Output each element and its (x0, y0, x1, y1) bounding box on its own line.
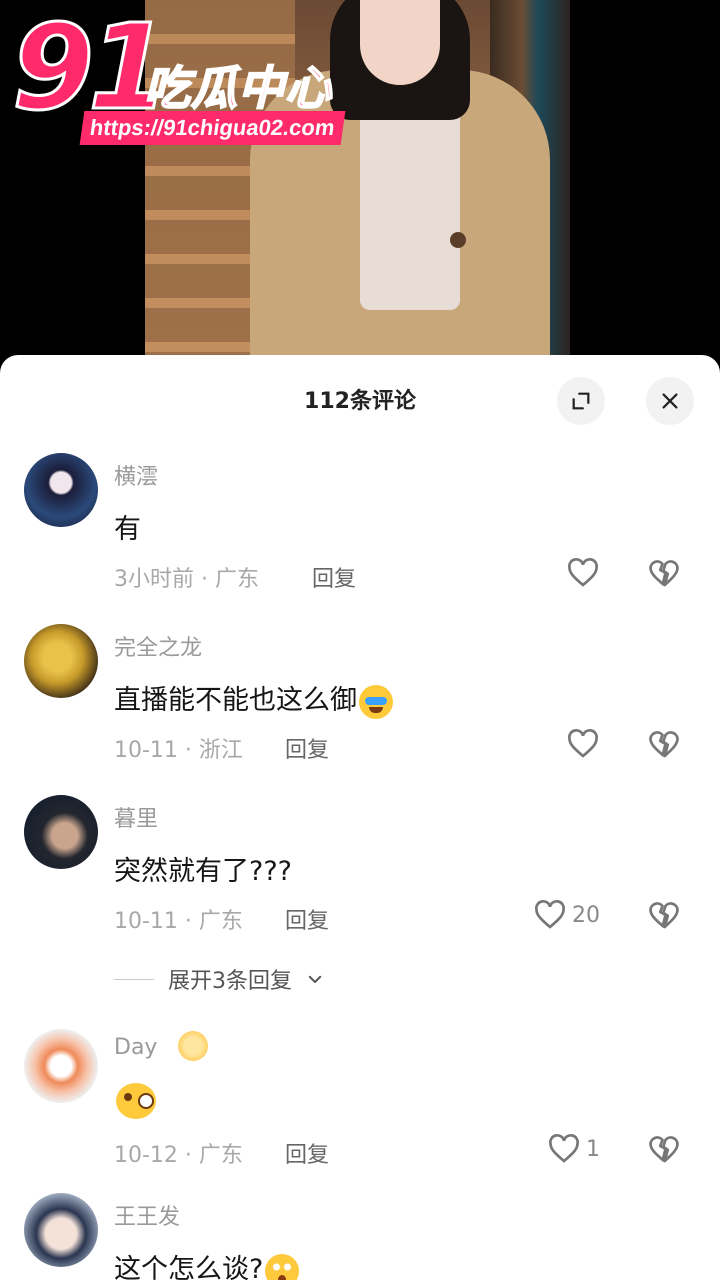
comment-text-row: 这个怎么谈? (114, 1247, 300, 1280)
comment-time-location: 10-11 · 广东 (114, 909, 243, 934)
avatar[interactable] (24, 795, 98, 869)
avatar[interactable] (24, 624, 98, 698)
heart-icon (568, 558, 598, 587)
close-panel-button[interactable] (646, 377, 694, 425)
comment-username[interactable]: Day (114, 1035, 157, 1060)
heart-icon (568, 729, 598, 758)
comment-text: 有 (114, 514, 141, 545)
expand-panel-button[interactable] (557, 377, 605, 425)
user-badge-icon (178, 1031, 208, 1061)
site-watermark: 91 吃瓜中心 https://91chigua02.com (10, 7, 352, 158)
sideeye-monocle-emoji-icon (116, 1083, 156, 1119)
like-button[interactable]: 1 (546, 1131, 600, 1167)
comment-text: 这个怎么谈? (114, 1254, 264, 1280)
person-face (360, 0, 440, 85)
watermark-url: https://91chigua02.com (79, 111, 345, 145)
comment-text: 直播能不能也这么御 (114, 685, 357, 716)
comment-username[interactable]: 完全之龙 (114, 630, 202, 662)
divider (114, 978, 154, 980)
expand-icon (572, 392, 590, 410)
like-button[interactable] (565, 726, 601, 762)
dislike-button[interactable] (646, 1131, 682, 1171)
broken-heart-icon (649, 731, 679, 758)
avatar[interactable] (24, 1193, 98, 1267)
like-button[interactable]: 20 (532, 897, 600, 933)
comment-text-row (114, 1083, 156, 1119)
comment-username[interactable]: 王王发 (114, 1199, 180, 1231)
comment-time-location: 3小时前 · 广东 (114, 567, 259, 592)
expand-replies-label: 展开3条回复 (168, 969, 292, 994)
close-icon (662, 393, 678, 409)
reply-button[interactable]: 回复 (312, 561, 356, 593)
expand-replies-button[interactable]: 展开3条回复 (114, 963, 324, 995)
watermark-logo-name: 吃瓜中心 (143, 60, 332, 116)
avatar[interactable] (24, 1029, 98, 1103)
loudly-crying-emoji-icon (359, 684, 393, 719)
dislike-button[interactable] (646, 555, 682, 595)
comment-time-location: 10-12 · 广东 (114, 1143, 243, 1168)
broken-heart-icon (649, 902, 679, 929)
reply-button[interactable]: 回复 (285, 732, 329, 764)
comments-panel: 112条评论 横澐 有 3小时前 · 广东 回复 完全之龙 直播能不能也这么御 … (0, 355, 720, 1280)
comment-time-location: 10-11 · 浙江 (114, 738, 243, 763)
like-count: 1 (586, 1136, 600, 1162)
flushed-surprised-emoji-icon (265, 1253, 300, 1280)
dislike-button[interactable] (646, 897, 682, 937)
heart-icon (549, 1134, 579, 1163)
like-count: 20 (572, 902, 600, 928)
reply-button[interactable]: 回复 (285, 903, 329, 935)
watermark-logo-number: 91 (10, 0, 171, 136)
comment-text-row: 直播能不能也这么御 (114, 678, 393, 719)
comment-text: 突然就有了??? (114, 856, 292, 887)
reply-button[interactable]: 回复 (285, 1137, 329, 1169)
avatar[interactable] (24, 453, 98, 527)
broken-heart-icon (649, 560, 679, 587)
like-button[interactable] (565, 555, 601, 591)
chevron-down-icon (308, 975, 322, 983)
coat-button (450, 232, 466, 248)
broken-heart-icon (649, 1136, 679, 1163)
dislike-button[interactable] (646, 726, 682, 766)
video-player[interactable]: 91 吃瓜中心 https://91chigua02.com (0, 0, 720, 370)
heart-icon (535, 900, 565, 929)
comments-count-title: 112条评论 (304, 389, 416, 414)
comment-username[interactable]: 横澐 (114, 459, 158, 491)
comment-username[interactable]: 暮里 (114, 801, 158, 833)
